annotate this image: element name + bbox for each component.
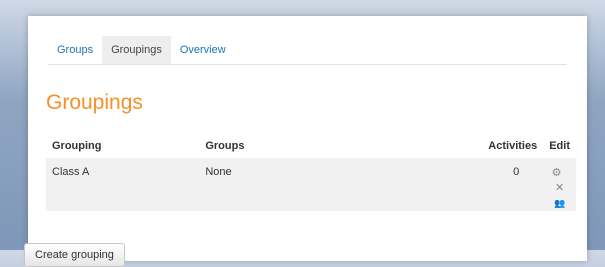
edit-icons: ⚙ ✕ 👥 <box>549 166 570 211</box>
tab-overview[interactable]: Overview <box>171 36 235 64</box>
header-grouping: Grouping <box>52 139 102 152</box>
header-groups: Groups <box>205 139 245 152</box>
header-edit: Edit <box>549 139 570 152</box>
cell-groups: None <box>199 158 454 211</box>
settings-icon[interactable]: ⚙ <box>552 167 562 179</box>
table-header-row: Grouping Groups Activities Edit <box>46 133 576 158</box>
cell-edit: ⚙ ✕ 👥 <box>543 158 576 211</box>
groupings-table: Grouping Groups Activities Edit Class A … <box>46 133 576 211</box>
groupings-panel: Groups Groupings Overview Groupings Grou… <box>28 16 587 261</box>
assign-groups-icon[interactable]: 👥 <box>554 198 565 208</box>
cell-grouping-name: Class A <box>46 158 200 211</box>
tab-bar: Groups Groupings Overview <box>48 36 567 65</box>
tab-groupings[interactable]: Groupings <box>102 36 171 64</box>
header-activities: Activities <box>488 139 538 152</box>
cell-activities: 0 <box>453 158 544 211</box>
create-grouping-button[interactable]: Create grouping <box>24 243 125 267</box>
page-title: Groupings <box>46 91 143 114</box>
tab-groups[interactable]: Groups <box>48 36 102 64</box>
delete-icon[interactable]: ✕ <box>555 182 564 194</box>
table-row: Class A None 0 ⚙ ✕ 👥 <box>46 158 576 211</box>
